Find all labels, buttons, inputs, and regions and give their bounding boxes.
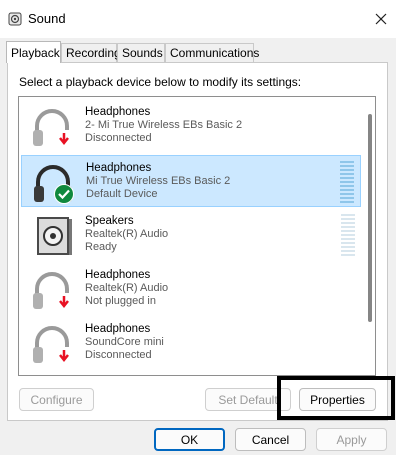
close-button[interactable] bbox=[366, 0, 396, 38]
disconnected-arrow-icon bbox=[55, 293, 73, 311]
instruction-text: Select a playback device below to modify… bbox=[19, 75, 302, 89]
device-name: Headphones bbox=[85, 269, 151, 281]
device-item[interactable]: Speakers Realtek(R) Audio Ready bbox=[21, 209, 361, 261]
sound-app-icon bbox=[8, 12, 22, 26]
device-name: Headphones bbox=[85, 106, 151, 118]
device-item[interactable]: Headphones SoundCore mini Disconnected bbox=[21, 317, 361, 369]
headphones-icon bbox=[29, 375, 75, 376]
default-check-icon bbox=[54, 184, 74, 204]
device-status: Default Device bbox=[86, 188, 158, 200]
cancel-button[interactable]: Cancel bbox=[235, 428, 306, 451]
disconnected-arrow-icon bbox=[55, 347, 73, 365]
tab-communications[interactable]: Communications bbox=[165, 43, 259, 62]
tab-sounds[interactable]: Sounds bbox=[117, 43, 165, 62]
device-item-selected[interactable]: Headphones Mi True Wireless EBs Basic 2 … bbox=[21, 155, 361, 207]
device-description: Mi True Wireless EBs Basic 2 bbox=[86, 175, 231, 187]
device-status: Disconnected bbox=[85, 132, 152, 144]
configure-button[interactable]: Configure bbox=[19, 388, 94, 411]
device-status: Ready bbox=[85, 241, 117, 253]
tab-recording[interactable]: Recording bbox=[61, 43, 121, 62]
device-description: Realtek(R) Audio bbox=[85, 282, 169, 294]
title-bar: Sound bbox=[0, 0, 396, 38]
volume-meter bbox=[341, 214, 355, 256]
device-description: SoundCore mini bbox=[85, 336, 164, 348]
device-name: Headphones bbox=[86, 162, 152, 174]
device-name: Headphones bbox=[85, 323, 151, 335]
ok-button[interactable]: OK bbox=[154, 428, 225, 451]
window-title: Sound bbox=[28, 11, 66, 26]
playback-device-list[interactable]: Headphones 2- Mi True Wireless EBs Basic… bbox=[18, 96, 376, 376]
device-name: Speakers bbox=[85, 215, 134, 227]
tab-playback[interactable]: Playback bbox=[6, 41, 61, 63]
highlight-annotation bbox=[277, 376, 395, 420]
close-icon bbox=[375, 13, 387, 25]
device-description: Realtek(R) Audio bbox=[85, 228, 169, 240]
disconnected-arrow-icon bbox=[55, 130, 73, 148]
device-item[interactable]: Headphones 2- Mi True Wireless EBs Basic… bbox=[21, 100, 361, 152]
device-item[interactable]: Headphones Realtek(R) Audio Not plugged … bbox=[21, 263, 361, 315]
device-status: Disconnected bbox=[85, 349, 152, 361]
apply-button[interactable]: Apply bbox=[316, 428, 387, 451]
device-status: Not plugged in bbox=[85, 295, 156, 307]
device-description: 2- Mi True Wireless EBs Basic 2 bbox=[85, 119, 243, 131]
volume-meter bbox=[340, 161, 354, 203]
speaker-icon bbox=[37, 217, 72, 255]
list-scrollbar[interactable] bbox=[368, 114, 372, 322]
